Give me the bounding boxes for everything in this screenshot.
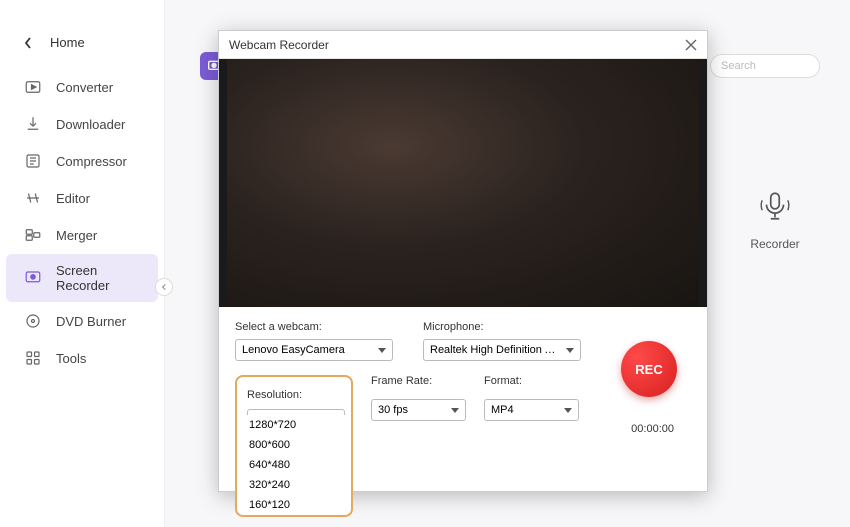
nav-label: Tools xyxy=(56,351,86,366)
dvd-icon xyxy=(24,312,42,330)
webcam-label: Select a webcam: xyxy=(235,321,393,333)
sidebar-collapse-handle[interactable] xyxy=(155,278,173,296)
modal-header: Webcam Recorder xyxy=(219,31,707,59)
framerate-label: Frame Rate: xyxy=(371,375,466,387)
resolution-option[interactable]: 800*600 xyxy=(237,435,351,455)
framerate-select[interactable]: 30 fps xyxy=(371,399,466,421)
sidebar-item-screen-recorder[interactable]: Screen Recorder xyxy=(6,254,158,302)
nav-label: Compressor xyxy=(56,154,127,169)
audio-recorder-label: Recorder xyxy=(730,237,820,251)
record-button[interactable]: REC xyxy=(621,341,677,397)
sidebar-item-converter[interactable]: Converter xyxy=(6,69,158,105)
format-select[interactable]: MP4 xyxy=(484,399,579,421)
nav-label: Merger xyxy=(56,228,97,243)
sidebar-item-tools[interactable]: Tools xyxy=(6,340,158,376)
nav-label: Downloader xyxy=(56,117,125,132)
framerate-value: 30 fps xyxy=(378,404,408,416)
sidebar-item-editor[interactable]: Editor xyxy=(6,180,158,216)
sidebar-item-downloader[interactable]: Downloader xyxy=(6,106,158,142)
converter-icon xyxy=(24,78,42,96)
download-icon xyxy=(24,115,42,133)
microphone-value: Realtek High Definition Audio xyxy=(430,344,560,356)
microphone-icon xyxy=(754,185,796,227)
nav-label: Converter xyxy=(56,80,113,95)
webcam-recorder-modal: Webcam Recorder Select a webcam: Lenovo … xyxy=(218,30,708,492)
search-placeholder: Search xyxy=(721,60,756,72)
nav-label: DVD Burner xyxy=(56,314,126,329)
search-input[interactable]: Search xyxy=(710,54,820,78)
webcam-select[interactable]: Lenovo EasyCamera xyxy=(235,339,393,361)
sidebar: Home Converter Downloader Compressor Edi… xyxy=(0,0,165,527)
format-label: Format: xyxy=(484,375,579,387)
record-label: REC xyxy=(635,362,662,377)
nav-label: Editor xyxy=(56,191,90,206)
sidebar-item-compressor[interactable]: Compressor xyxy=(6,143,158,179)
recording-timer: 00:00:00 xyxy=(631,423,674,435)
chevron-left-icon xyxy=(24,37,32,49)
microphone-label: Microphone: xyxy=(423,321,581,333)
editor-icon xyxy=(24,189,42,207)
compressor-icon xyxy=(24,152,42,170)
webcam-value: Lenovo EasyCamera xyxy=(242,344,345,356)
back-label: Home xyxy=(50,35,85,50)
webcam-preview xyxy=(219,59,707,307)
merger-icon xyxy=(24,226,42,244)
resolution-option[interactable]: 640*480 xyxy=(237,455,351,475)
resolution-option[interactable]: 320*240 xyxy=(237,475,351,495)
resolution-option[interactable]: 1280*720 xyxy=(237,415,351,435)
back-home[interactable]: Home xyxy=(0,25,164,68)
nav-label: Screen Recorder xyxy=(56,263,140,293)
format-value: MP4 xyxy=(491,404,514,416)
audio-recorder-card[interactable]: Recorder xyxy=(730,185,820,251)
resolution-option[interactable]: 160*120 xyxy=(237,495,351,515)
modal-title: Webcam Recorder xyxy=(229,38,329,52)
resolution-label: Resolution: xyxy=(247,389,302,401)
tools-icon xyxy=(24,349,42,367)
screen-recorder-icon xyxy=(24,269,42,287)
sidebar-item-dvd-burner[interactable]: DVD Burner xyxy=(6,303,158,339)
modal-close-button[interactable] xyxy=(685,39,697,51)
sidebar-item-merger[interactable]: Merger xyxy=(6,217,158,253)
resolution-dropdown: 1280*720 800*600 640*480 320*240 160*120 xyxy=(235,415,353,517)
microphone-select[interactable]: Realtek High Definition Audio xyxy=(423,339,581,361)
